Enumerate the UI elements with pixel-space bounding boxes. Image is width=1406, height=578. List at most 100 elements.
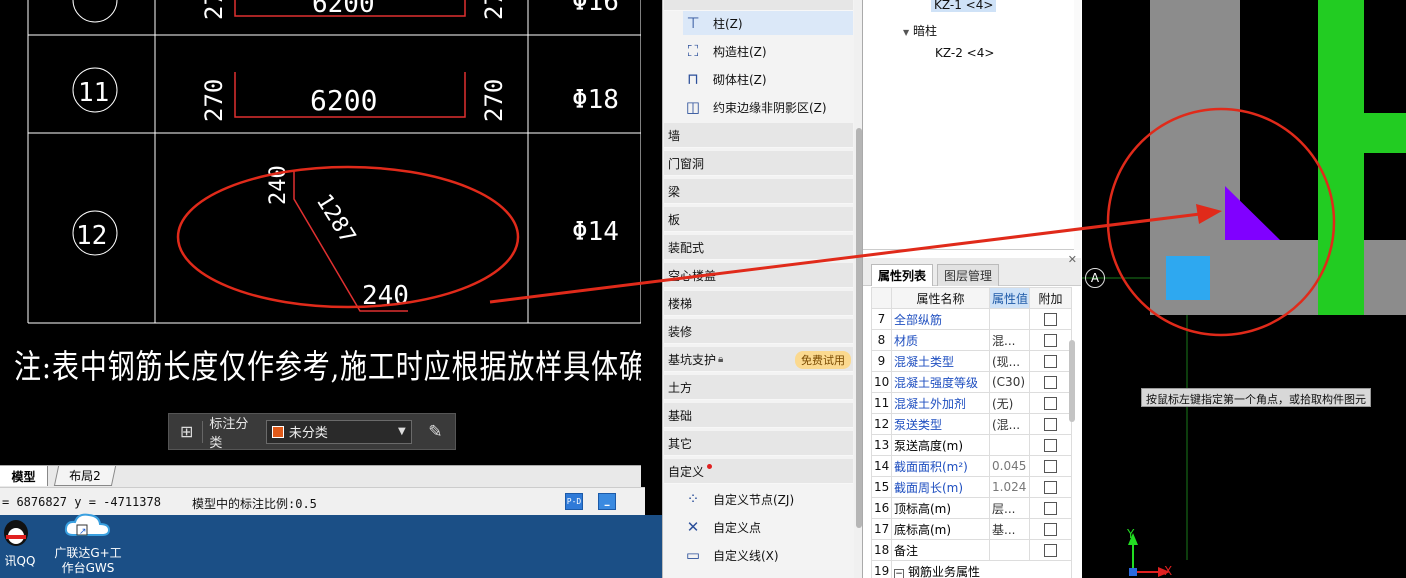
cad-drawing-window[interactable]: 6200 270 270 Φ16 11 6200 270 270 Φ18 12 … bbox=[0, 0, 641, 465]
gws-cloud-icon: ↗ bbox=[64, 513, 111, 537]
table-row[interactable]: 8 材质 混... bbox=[871, 329, 1072, 351]
menu-item-structural-column[interactable]: ⛶ 构造柱(Z) bbox=[683, 39, 853, 63]
menu-item-structural-column-label: 构造柱(Z) bbox=[713, 44, 767, 59]
add-checkbox[interactable] bbox=[1044, 418, 1057, 431]
menu-item-constraint-edge[interactable]: ◫ 约束边缘非阴影区(Z) bbox=[683, 95, 853, 119]
row11-left-dim: 270 bbox=[200, 79, 228, 122]
table-row[interactable]: 9 混凝土类型 (现... bbox=[871, 350, 1072, 372]
row-name: 底标高(m) bbox=[891, 518, 990, 540]
table-row[interactable]: 15 截面周长(m) 1.024 bbox=[871, 476, 1072, 498]
gws-label-line1: 广联达G+工 bbox=[54, 546, 122, 560]
property-scrollbar[interactable] bbox=[1069, 340, 1075, 422]
category-slab[interactable]: 板 bbox=[664, 207, 853, 232]
property-tabs: ✕ 属性列表 图层管理 bbox=[863, 253, 1081, 286]
table-row[interactable]: 19− 钢筋业务属性 bbox=[871, 560, 1072, 578]
menu-item-custom-point[interactable]: ✕ 自定义点 bbox=[683, 515, 853, 539]
free-trial-badge[interactable]: 免费试用 bbox=[795, 351, 851, 369]
menu-item-column[interactable]: ⊤ 柱(Z) bbox=[683, 11, 853, 35]
table-row[interactable]: 11 混凝土外加剂 (无) bbox=[871, 392, 1072, 414]
table-row[interactable]: 13 泵送高度(m) bbox=[871, 434, 1072, 456]
row10-left-dim: 270 bbox=[200, 0, 228, 20]
add-checkbox[interactable] bbox=[1044, 334, 1057, 347]
add-checkbox[interactable] bbox=[1044, 481, 1057, 494]
grid-icon[interactable]: ⊞ bbox=[177, 422, 196, 442]
row-number: 10 bbox=[871, 371, 892, 393]
row-value[interactable]: 层... bbox=[989, 497, 1030, 519]
custom-line-icon: ▭ bbox=[685, 546, 701, 564]
table-row[interactable]: 7 全部纵筋 bbox=[871, 308, 1072, 330]
add-checkbox[interactable] bbox=[1044, 544, 1057, 557]
category-wall[interactable]: 墙 bbox=[664, 123, 853, 148]
row-value[interactable]: 混... bbox=[989, 329, 1030, 351]
add-checkbox[interactable] bbox=[1044, 355, 1057, 368]
add-checkbox[interactable] bbox=[1044, 376, 1057, 389]
row-value[interactable] bbox=[989, 434, 1030, 456]
row-add-cell bbox=[1029, 434, 1072, 456]
category-earthwork[interactable]: 土方 bbox=[664, 375, 853, 400]
row-add-cell bbox=[1029, 350, 1072, 372]
category-custom[interactable]: 自定义 bbox=[664, 459, 853, 484]
row-value[interactable]: 1.024 bbox=[989, 476, 1030, 498]
add-checkbox[interactable] bbox=[1044, 502, 1057, 515]
row-number: 8 bbox=[871, 329, 892, 351]
chevron-down-icon: ▼ bbox=[903, 28, 910, 37]
tree-item-kz2[interactable]: KZ-2 <4> bbox=[935, 46, 994, 60]
header-value: 属性值 bbox=[989, 287, 1030, 309]
tab-layer-management[interactable]: 图层管理 bbox=[937, 264, 1000, 286]
category-decoration[interactable]: 装修 bbox=[664, 319, 853, 344]
category-foundation[interactable]: 基础 bbox=[664, 403, 853, 428]
menu-item-masonry-column[interactable]: ⊓ 砌体柱(Z) bbox=[683, 67, 853, 91]
row-value[interactable]: 基... bbox=[989, 518, 1030, 540]
tree-item-kz1[interactable]: KZ-1 <4> bbox=[931, 0, 997, 12]
table-row[interactable]: 16 顶标高(m) 层... bbox=[871, 497, 1072, 519]
panel-toggle-icon[interactable]: ▁ bbox=[598, 493, 616, 510]
row-add-cell bbox=[1029, 476, 1072, 498]
desktop-icon-gws[interactable]: ↗ 广联达G+工 作台GWS bbox=[50, 509, 126, 576]
pd-toggle-button[interactable]: P-D bbox=[565, 493, 583, 510]
add-checkbox[interactable] bbox=[1044, 313, 1057, 326]
collapse-icon[interactable]: − bbox=[894, 568, 904, 578]
add-checkbox[interactable] bbox=[1044, 439, 1057, 452]
table-row[interactable]: 18 备注 bbox=[871, 539, 1072, 561]
tree-scrollbar[interactable] bbox=[1074, 0, 1081, 250]
row-value[interactable]: (C30) bbox=[989, 371, 1030, 393]
add-checkbox[interactable] bbox=[1044, 460, 1057, 473]
x-axis-label: X bbox=[1164, 564, 1173, 578]
table-row[interactable]: 10 混凝土强度等级 (C30) bbox=[871, 371, 1072, 393]
desktop-icon-qq[interactable]: 讯QQ bbox=[0, 515, 40, 569]
table-row[interactable]: 14 截面面积(m²) 0.045 bbox=[871, 455, 1072, 477]
row-group-name[interactable]: − 钢筋业务属性 bbox=[891, 560, 1072, 578]
tree-group-label: 暗柱 bbox=[912, 24, 937, 38]
category-openings[interactable]: 门窗洞 bbox=[664, 151, 853, 176]
row-value[interactable] bbox=[989, 308, 1030, 330]
add-checkbox[interactable] bbox=[1044, 397, 1057, 410]
close-icon[interactable]: ✕ bbox=[1068, 253, 1077, 266]
add-checkbox[interactable] bbox=[1044, 523, 1057, 536]
edit-icon[interactable]: ✎ bbox=[424, 420, 447, 444]
menu-item-custom-line[interactable]: ▭ 自定义线(X) bbox=[683, 543, 853, 567]
row-value[interactable] bbox=[989, 539, 1030, 561]
tab-property-list[interactable]: 属性列表 bbox=[871, 264, 934, 286]
row11-bar: Φ18 bbox=[572, 85, 619, 115]
category-hollow-floor[interactable]: 空心楼盖 bbox=[664, 263, 853, 288]
table-row[interactable]: 12 泵送类型 (混... bbox=[871, 413, 1072, 435]
model-viewport[interactable]: Y X bbox=[1082, 0, 1406, 578]
category-stairs[interactable]: 楼梯 bbox=[664, 291, 853, 316]
row-value[interactable]: (无) bbox=[989, 392, 1030, 414]
table-row[interactable]: 17 底标高(m) 基... bbox=[871, 518, 1072, 540]
row-value[interactable]: 0.045 bbox=[989, 455, 1030, 477]
tab-model[interactable]: 模型 bbox=[0, 466, 48, 486]
tree-group-hidden-column[interactable]: ▼ 暗柱 bbox=[903, 22, 937, 39]
table-header-row: 属性名称 属性值 附加 bbox=[871, 287, 1072, 309]
category-column[interactable] bbox=[664, 0, 853, 11]
tab-layout2[interactable]: 布局2 bbox=[53, 466, 117, 486]
category-other[interactable]: 其它 bbox=[664, 431, 853, 456]
row-value[interactable]: (现... bbox=[989, 350, 1030, 372]
property-panel: KZ-1 <4> ▼ 暗柱 KZ-2 <4> ✕ 属性列表 图层管理 属性名称 … bbox=[862, 0, 1082, 578]
row-value[interactable]: (混... bbox=[989, 413, 1030, 435]
dimension-category-select[interactable]: 未分类 ▼ bbox=[265, 419, 412, 444]
category-prefab[interactable]: 装配式 bbox=[664, 235, 853, 260]
category-beam[interactable]: 梁 bbox=[664, 179, 853, 204]
menu-item-custom-node[interactable]: ⁘ 自定义节点(ZJ) bbox=[683, 487, 853, 511]
category-foundation-pit[interactable]: 基坑支护 🔒︎ 免费试用 bbox=[664, 347, 853, 372]
